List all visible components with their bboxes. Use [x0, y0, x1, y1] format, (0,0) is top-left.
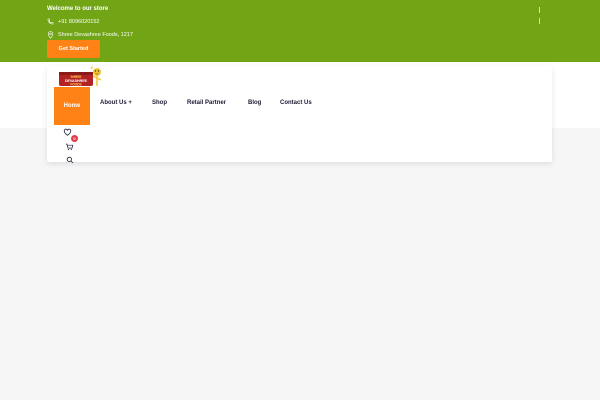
nav-item-blog[interactable]: Blog	[248, 100, 261, 106]
location-pin-icon	[47, 30, 54, 39]
topbar-divider	[539, 18, 540, 24]
main-navigation-card	[47, 66, 552, 162]
cart-count-badge: 0	[71, 135, 78, 142]
welcome-text: Welcome to our store	[47, 6, 109, 12]
address-info: Shree Devashree Foods, 1217	[47, 30, 133, 39]
nav-item-shop[interactable]: Shop	[152, 100, 167, 106]
phone-icon	[47, 18, 54, 25]
nav-item-about-us[interactable]: About Us +	[100, 100, 132, 106]
address-text: Shree Devashree Foods, 1217	[58, 31, 133, 38]
phone-contact[interactable]: +91 8096020152	[47, 17, 99, 26]
top-bar: Welcome to our store +91 8096020152 Shre…	[0, 0, 600, 62]
search-icon[interactable]	[66, 151, 74, 169]
topbar-divider	[539, 7, 540, 13]
nav-item-retail-partner[interactable]: Retail Partner	[187, 100, 226, 106]
logo-text-bottom: FOODS	[70, 83, 81, 87]
get-started-button[interactable]: Get Started	[47, 40, 100, 58]
phone-number: +91 8096020152	[58, 18, 100, 25]
nav-item-contact-us[interactable]: Contact Us	[280, 100, 312, 106]
nav-item-home[interactable]: Home	[54, 87, 90, 125]
